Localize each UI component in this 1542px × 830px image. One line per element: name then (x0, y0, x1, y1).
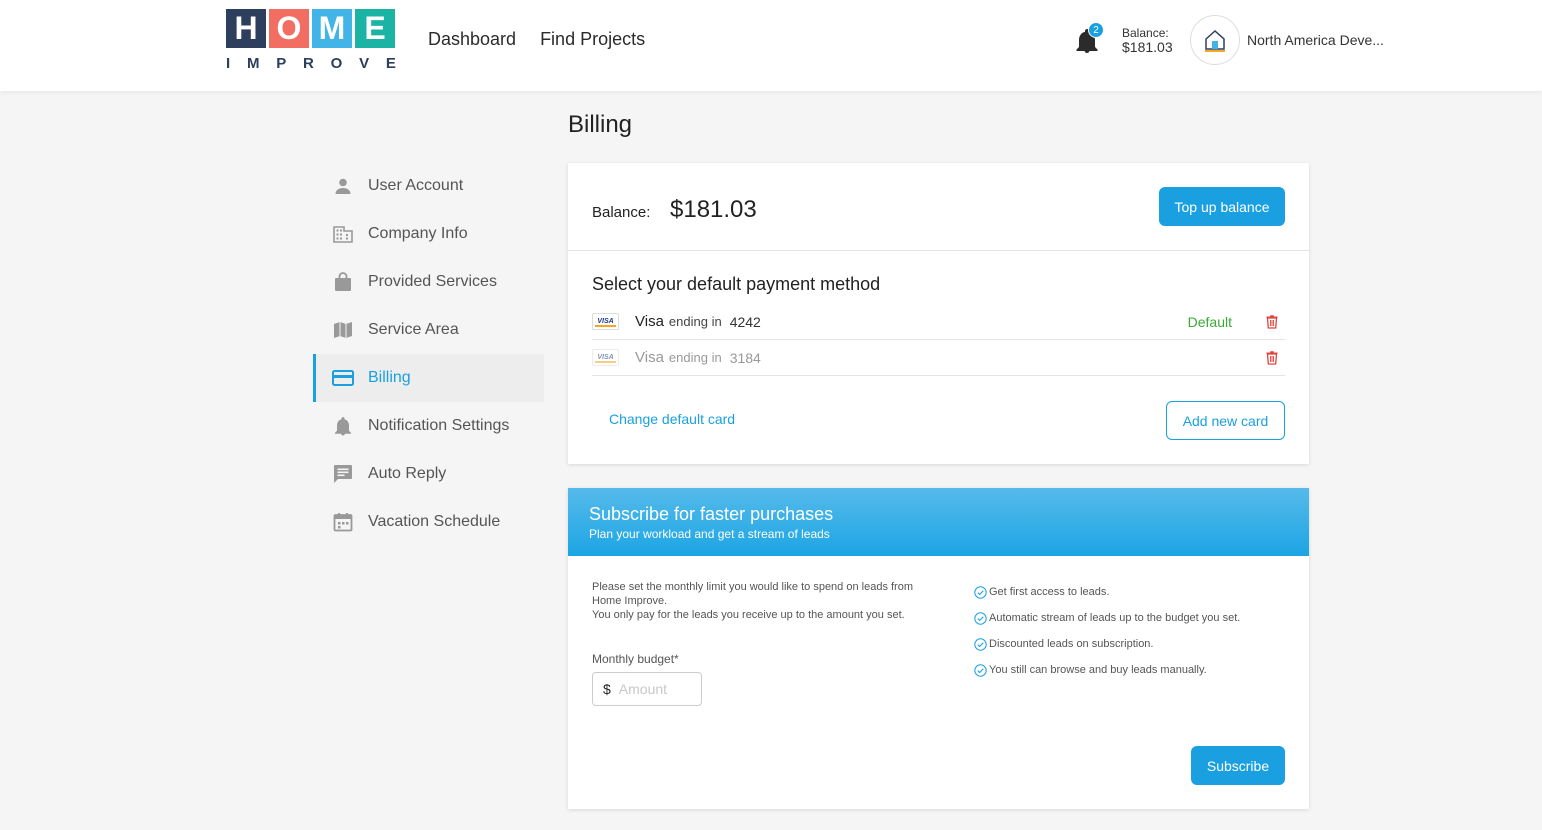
balance-label: Balance: (592, 204, 651, 221)
benefit-item: You still can browse and buy leads manua… (974, 657, 1240, 683)
sidebar-item-auto-reply[interactable]: Auto Reply (313, 450, 544, 498)
logo-sub-letter: O (330, 55, 343, 72)
home-improve-logo[interactable]: H O M E I M P R O V E (226, 9, 396, 72)
message-icon (332, 463, 354, 485)
currency-symbol: $ (603, 681, 611, 697)
card-last4: 3184 (729, 349, 761, 366)
header-balance-value: $181.03 (1122, 39, 1173, 55)
benefit-text: Discounted leads on subscription. (989, 638, 1154, 650)
card-last4: 4242 (729, 313, 761, 330)
payment-card-row[interactable]: VISA Visa ending in 4242 Default (592, 304, 1285, 340)
billing-card: Balance: $181.03 Top up balance Select y… (568, 163, 1309, 464)
benefits-list: Get first access to leads. Automatic str… (974, 579, 1240, 683)
nav-dashboard[interactable]: Dashboard (428, 29, 516, 50)
monthly-budget-label: Monthly budget* (592, 652, 679, 666)
notification-count-badge[interactable]: 2 (1088, 22, 1104, 38)
sidebar-item-service-area[interactable]: Service Area (313, 306, 544, 354)
sidebar-item-label: Company Info (368, 225, 468, 242)
visa-card-icon: VISA (592, 349, 619, 366)
card-brand: Visa (635, 349, 664, 366)
header-balance-label: Balance: (1122, 26, 1169, 40)
trash-icon[interactable] (1266, 351, 1278, 365)
logo-tile-e: E (355, 9, 395, 48)
logo-tile-h: H (226, 9, 266, 48)
header-balance: Balance: $181.03 (1122, 26, 1173, 54)
sidebar-item-label: Vacation Schedule (368, 513, 501, 530)
card-ending-label: ending in (668, 314, 722, 329)
subscribe-desc-line: Please set the monthly limit you would l… (592, 581, 913, 607)
company-avatar[interactable] (1190, 15, 1240, 65)
nav-find-projects[interactable]: Find Projects (540, 29, 645, 50)
balance-value: $181.03 (670, 196, 757, 223)
check-circle-icon (974, 611, 987, 625)
logo-sub-letter: P (276, 55, 287, 72)
monthly-budget-field[interactable]: $ (592, 672, 702, 706)
benefit-text: Get first access to leads. (989, 586, 1110, 598)
balance-row: Balance: $181.03 Top up balance (568, 163, 1309, 251)
sidebar-item-company-info[interactable]: Company Info (313, 210, 544, 258)
payment-card-row[interactable]: VISA Visa ending in 3184 (592, 340, 1285, 376)
subscribe-subtitle: Plan your workload and get a stream of l… (589, 527, 830, 541)
sidebar-item-user-account[interactable]: User Account (313, 162, 544, 210)
benefit-text: Automatic stream of leads up to the budg… (989, 612, 1241, 624)
sidebar-item-billing[interactable]: Billing (313, 354, 544, 402)
sidebar-item-label: Billing (368, 369, 411, 386)
sidebar-item-vacation-schedule[interactable]: Vacation Schedule (313, 498, 544, 546)
logo-sub-letter: I (226, 55, 231, 72)
benefit-item: Automatic stream of leads up to the budg… (974, 605, 1240, 631)
subscribe-card: Subscribe for faster purchases Plan your… (568, 488, 1309, 809)
bell-icon (332, 415, 354, 437)
subscribe-header: Subscribe for faster purchases Plan your… (568, 488, 1309, 556)
sidebar-item-label: Notification Settings (368, 417, 510, 434)
sidebar-item-notification-settings[interactable]: Notification Settings (313, 402, 544, 450)
calendar-icon (332, 511, 354, 533)
top-up-balance-button[interactable]: Top up balance (1159, 187, 1285, 226)
company-name[interactable]: North America Deve... (1247, 32, 1384, 48)
check-circle-icon (974, 663, 987, 677)
default-card-tag: Default (1187, 313, 1232, 330)
visa-card-icon: VISA (592, 313, 619, 330)
check-circle-icon (974, 637, 987, 651)
benefit-item: Get first access to leads. (974, 579, 1240, 605)
logo-sub-letter: E (385, 55, 396, 72)
card-ending-label: ending in (668, 350, 722, 365)
logo-tile-o: O (269, 9, 309, 48)
card-brand: Visa (635, 313, 664, 330)
bag-icon (332, 271, 354, 293)
trash-icon[interactable] (1266, 315, 1278, 329)
logo-sub-letter: V (359, 55, 370, 72)
sidebar-item-label: Auto Reply (368, 465, 447, 482)
logo-sub-letter: M (246, 55, 260, 72)
page-title: Billing (568, 111, 633, 138)
logo-tile-m: M (312, 9, 352, 48)
top-header: H O M E I M P R O V E Dashboard Find Pro… (0, 0, 1542, 91)
check-circle-icon (974, 585, 987, 599)
person-icon (332, 175, 354, 197)
subscribe-description: Please set the monthly limit you would l… (592, 580, 922, 622)
logo-subtitle: I M P R O V E (226, 55, 396, 72)
benefit-text: You still can browse and buy leads manua… (989, 664, 1207, 676)
credit-card-icon (332, 367, 354, 389)
settings-sidebar: User Account Company Info Provided Servi… (313, 162, 544, 546)
change-default-card-link[interactable]: Change default card (609, 411, 735, 427)
payment-method-title: Select your default payment method (592, 274, 881, 294)
main-nav: Dashboard Find Projects (428, 29, 645, 50)
add-new-card-button[interactable]: Add new card (1166, 401, 1285, 440)
logo-tiles: H O M E (226, 9, 396, 48)
building-icon (332, 223, 354, 245)
sidebar-item-label: Service Area (368, 321, 459, 338)
logo-sub-letter: R (303, 55, 314, 72)
benefit-item: Discounted leads on subscription. (974, 631, 1240, 657)
subscribe-button[interactable]: Subscribe (1191, 746, 1285, 785)
sidebar-item-label: Provided Services (368, 273, 497, 290)
subscribe-desc-line: You only pay for the leads you receive u… (592, 609, 905, 621)
company-logo-icon (1205, 29, 1225, 52)
sidebar-item-label: User Account (368, 177, 464, 194)
amount-input[interactable] (618, 681, 699, 697)
sidebar-item-provided-services[interactable]: Provided Services (313, 258, 544, 306)
subscribe-title: Subscribe for faster purchases (589, 504, 834, 524)
map-icon (332, 319, 354, 341)
